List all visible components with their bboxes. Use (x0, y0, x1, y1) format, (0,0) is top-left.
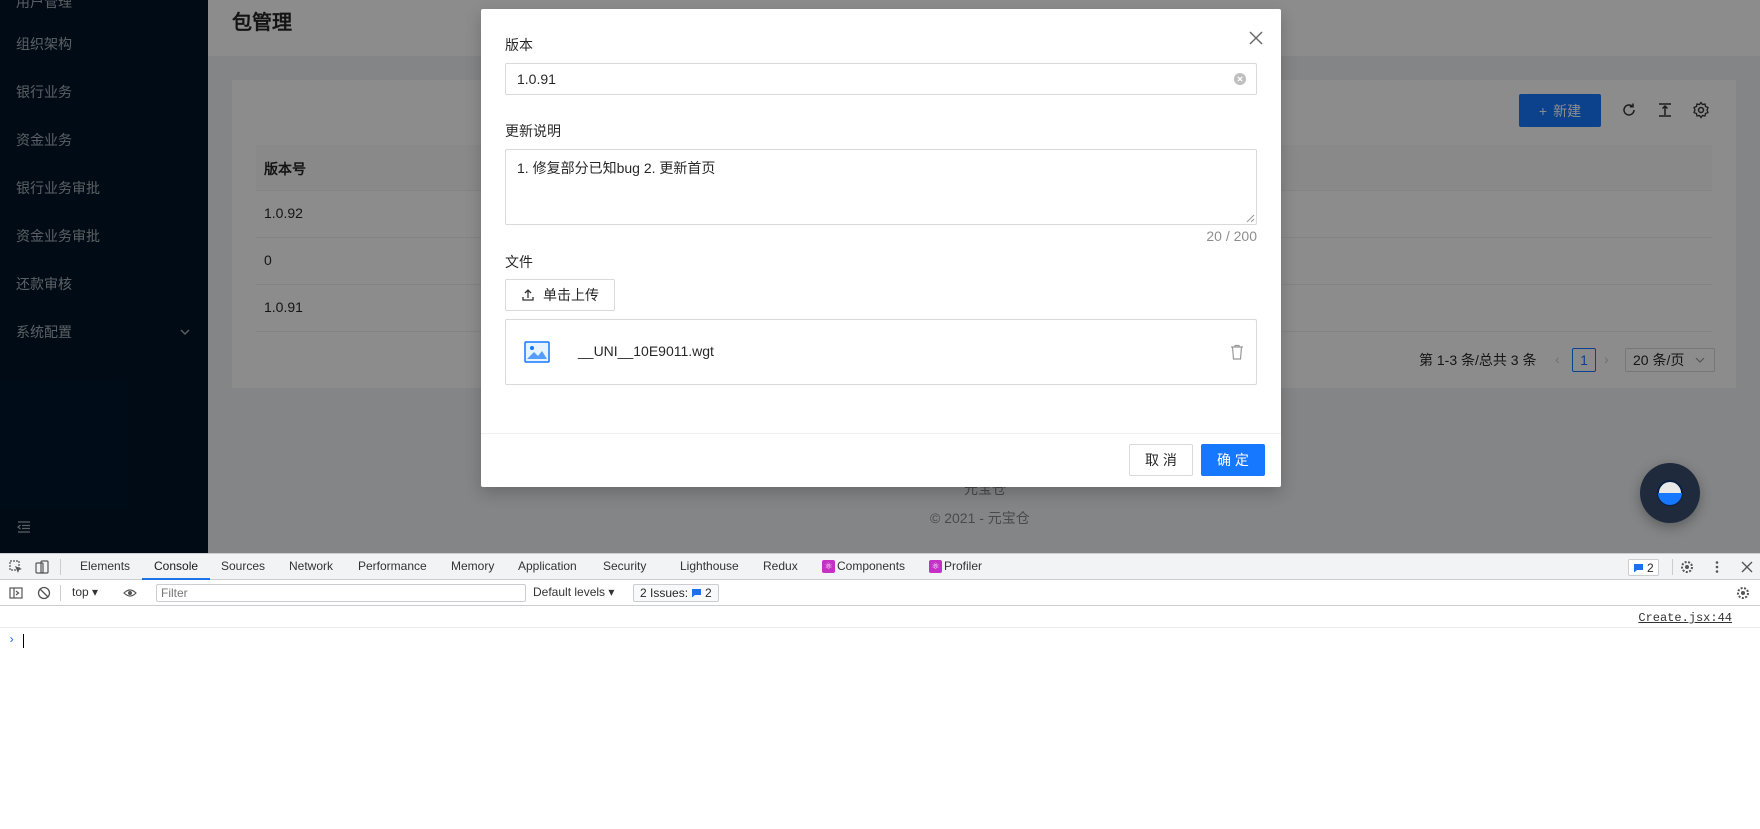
message-icon (1634, 563, 1643, 572)
react-icon: ⚛ (822, 559, 835, 573)
context-value: top (72, 585, 89, 599)
tab-components-label: Components (837, 559, 906, 573)
tab-profiler[interactable]: ⚛ Profiler (929, 559, 982, 573)
clear-console-icon[interactable] (37, 586, 51, 600)
notes-label: 更新说明 (505, 123, 561, 139)
react-icon: ⚛ (929, 559, 942, 573)
tab-lighthouse[interactable]: Lighthouse (680, 559, 739, 573)
ok-button[interactable]: 确 定 (1201, 444, 1265, 476)
console-input-caret[interactable] (23, 634, 24, 648)
log-levels-value: Default levels (533, 585, 606, 599)
file-name[interactable]: __UNI__10E9011.wgt (578, 343, 714, 359)
console-filter-input[interactable] (156, 584, 526, 602)
floating-assistant-button[interactable] (1640, 463, 1700, 523)
modal-footer-divider (481, 433, 1281, 434)
sidebar-toggle-icon[interactable] (9, 586, 23, 600)
divider (60, 559, 61, 575)
tab-network[interactable]: Network (289, 559, 333, 573)
char-count: 20 / 200 (1206, 228, 1257, 244)
app-root: 用户管理 组织架构 银行业务 资金业务 银行业务审批 资金业务审批 还款审核 系… (0, 0, 1760, 553)
assistant-icon (1657, 480, 1683, 506)
divider (1672, 559, 1673, 575)
device-toolbar-icon[interactable] (35, 560, 49, 574)
close-icon[interactable] (1247, 29, 1265, 47)
issues-counter-value: 2 (1647, 560, 1654, 575)
notes-textarea[interactable]: 1. 修复部分已知bug 2. 更新首页 (505, 149, 1257, 225)
issues-label: 2 Issues: (640, 586, 689, 600)
tab-memory[interactable]: Memory (451, 559, 494, 573)
clear-input-icon[interactable] (1233, 72, 1247, 86)
issues-count: 2 (705, 586, 712, 600)
tab-elements[interactable]: Elements (80, 559, 130, 573)
issues-counter[interactable]: 2 (1628, 559, 1659, 576)
picture-icon (524, 341, 550, 363)
devtools-tabbar: Elements Console Sources Network Perform… (0, 553, 1760, 580)
tab-console[interactable]: Console (154, 559, 198, 573)
cancel-button[interactable]: 取 消 (1129, 444, 1193, 476)
message-icon (692, 589, 702, 598)
eye-icon[interactable] (123, 586, 137, 600)
divider (60, 585, 61, 601)
close-devtools-icon[interactable] (1740, 560, 1754, 574)
tab-performance[interactable]: Performance (358, 559, 427, 573)
issues-button[interactable]: 2 Issues: 2 (633, 584, 719, 602)
upload-button-label: 单击上传 (543, 287, 599, 303)
console-prompt-icon: › (8, 633, 16, 647)
more-options-icon[interactable] (1710, 560, 1724, 574)
upload-button[interactable]: 单击上传 (505, 279, 615, 311)
devtools-panel: Elements Console Sources Network Perform… (0, 553, 1760, 829)
edit-package-modal: 版本 更新说明 1. 修复部分已知bug 2. 更新首页 20 / 200 文件… (481, 9, 1281, 487)
console-settings-icon[interactable] (1736, 586, 1750, 600)
log-levels-dropdown[interactable]: Default levels ▾ (533, 585, 614, 599)
settings-gear-icon[interactable] (1680, 560, 1694, 574)
version-label: 版本 (505, 37, 533, 53)
tab-profiler-label: Profiler (944, 559, 983, 573)
console-row-divider (0, 627, 1760, 628)
tab-security[interactable]: Security (603, 559, 646, 573)
version-input[interactable] (505, 63, 1257, 95)
tab-application[interactable]: Application (518, 559, 577, 573)
tab-sources[interactable]: Sources (221, 559, 265, 573)
console-toolbar: top ▾ Default levels ▾ 2 Issues: 2 (0, 580, 1760, 606)
context-selector[interactable]: top ▾ (72, 585, 98, 599)
tab-redux[interactable]: Redux (763, 559, 798, 573)
resize-grip-icon[interactable] (1246, 214, 1255, 223)
source-link[interactable]: Create.jsx:44 (1638, 611, 1732, 625)
upload-icon (522, 289, 534, 301)
inspect-element-icon[interactable] (9, 560, 23, 574)
uploaded-file-item: __UNI__10E9011.wgt (505, 319, 1257, 385)
tab-components[interactable]: ⚛ Components (822, 559, 905, 573)
delete-icon[interactable] (1230, 344, 1244, 360)
file-label: 文件 (505, 254, 533, 270)
